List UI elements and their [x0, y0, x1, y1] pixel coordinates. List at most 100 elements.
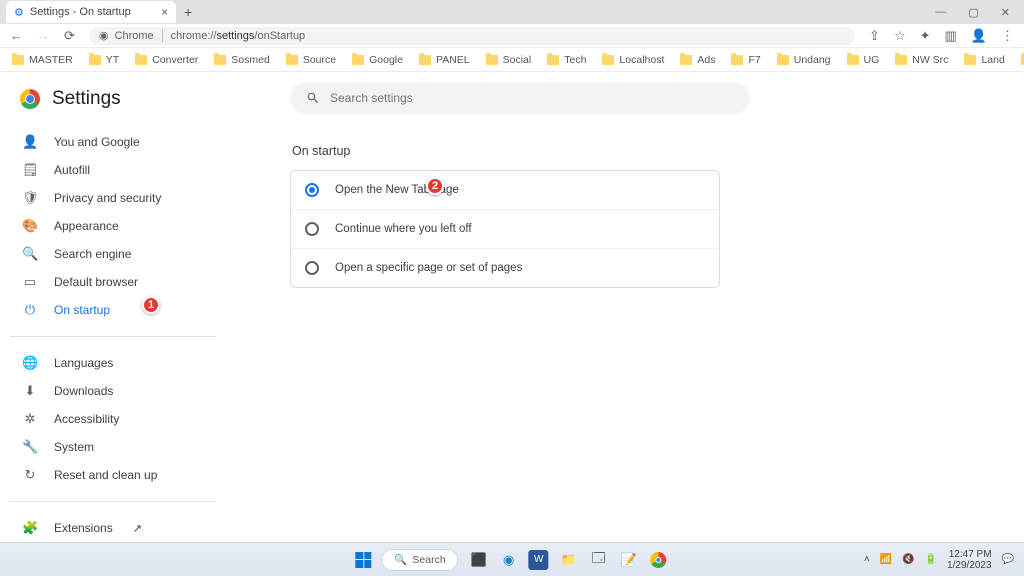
sidebar-item-search-engine[interactable]: 🔍Search engine [0, 240, 230, 268]
battery-icon[interactable]: 🔋 [925, 554, 937, 565]
settings-heading: Settings [52, 88, 121, 110]
radio-icon [305, 222, 319, 236]
browser-toolbar: ← → ⟳ ◉Chrome chrome://settings/onStartu… [0, 24, 1024, 48]
profile-icon[interactable]: 👤 [971, 28, 987, 44]
bookmark-folder[interactable]: Social [486, 54, 532, 66]
bookmark-folder[interactable]: MASTER [12, 54, 73, 66]
bookmark-folder[interactable]: Sosmed [214, 54, 270, 66]
minimize-icon[interactable]: — [935, 6, 946, 19]
explorer-icon[interactable]: 📁 [559, 550, 579, 570]
autofill-icon: 🗒 [22, 162, 38, 178]
close-window-icon[interactable]: ✕ [1001, 6, 1010, 19]
sidebar-item-on-startup[interactable]: ⏻On startup1 [0, 296, 230, 324]
extensions-icon[interactable]: ✦ [920, 28, 931, 44]
browser-tab[interactable]: ⚙ Settings - On startup × [6, 1, 176, 23]
search-settings-input[interactable] [330, 91, 734, 105]
external-link-icon: ↗ [133, 522, 142, 535]
folder-icon [12, 55, 24, 65]
settings-sidebar: Settings 👤You and Google🗒Autofill🛡Privac… [0, 72, 230, 542]
bookmark-folder[interactable]: Localhost [602, 54, 664, 66]
bookmark-folder[interactable]: Land [964, 54, 1004, 66]
reset-icon: ↻ [22, 467, 38, 483]
bookmark-folder[interactable]: Undang [777, 54, 831, 66]
new-tab-button[interactable]: + [184, 4, 192, 20]
share-icon[interactable]: ⇪ [869, 28, 880, 44]
shield-icon: 🛡 [22, 190, 38, 206]
section-heading: On startup [292, 144, 984, 158]
sidebar-item-privacy-and-security[interactable]: 🛡Privacy and security [0, 184, 230, 212]
folder-icon [895, 55, 907, 65]
folder-icon [964, 55, 976, 65]
sidebar-item-you-and-google[interactable]: 👤You and Google [0, 128, 230, 156]
globe-icon: 🌐 [22, 355, 38, 371]
folder-icon [286, 55, 298, 65]
sidebar-item-reset-and-clean-up[interactable]: ↻Reset and clean up [0, 461, 230, 489]
bookmark-folder[interactable]: UG [847, 54, 880, 66]
close-tab-icon[interactable]: × [161, 5, 168, 19]
sidepanel-icon[interactable]: ▥ [945, 28, 957, 44]
folder-icon [135, 55, 147, 65]
bookmarks-bar: MASTER YT Converter Sosmed Source Google PANEL… [0, 48, 1024, 72]
radio-icon [305, 261, 319, 275]
extension-icon: 🧩 [22, 520, 38, 536]
edge-icon[interactable]: ◉ [499, 550, 519, 570]
sidebar-item-system[interactable]: 🔧System [0, 433, 230, 461]
folder-icon [777, 55, 789, 65]
taskview-icon[interactable]: ⬛ [469, 550, 489, 570]
startup-radio-0[interactable]: Open the New Tab page2 [291, 171, 719, 210]
folder-icon [680, 55, 692, 65]
sidebar-item-languages[interactable]: 🌐Languages [0, 349, 230, 377]
sidebar-item-downloads[interactable]: ⬇Downloads [0, 377, 230, 405]
bookmark-folder[interactable]: YT [89, 54, 119, 66]
folder-icon [602, 55, 614, 65]
palette-icon: 🎨 [22, 218, 38, 234]
folder-icon [847, 55, 859, 65]
download-icon: ⬇ [22, 383, 38, 399]
bookmark-folder[interactable]: Tech [547, 54, 586, 66]
notifications-icon[interactable]: 💬 [1002, 554, 1014, 565]
window-controls: — ▢ ✕ [935, 6, 1024, 19]
url-text: chrome://settings/onStartup [171, 30, 306, 42]
settings-main: On startup Open the New Tab page2Continu… [230, 72, 1024, 542]
app-icon[interactable]: 🗔 [589, 550, 609, 570]
volume-icon[interactable]: 🔇 [902, 554, 914, 565]
bookmark-folder[interactable]: Google [352, 54, 403, 66]
sidebar-item-autofill[interactable]: 🗒Autofill [0, 156, 230, 184]
forward-icon[interactable]: → [37, 28, 50, 43]
bookmark-folder[interactable]: F7 [731, 54, 760, 66]
wrench-icon: 🔧 [22, 439, 38, 455]
bookmark-folder[interactable]: Converter [135, 54, 198, 66]
bookmark-folder[interactable]: Ads [680, 54, 715, 66]
wifi-icon[interactable]: 📶 [880, 554, 892, 565]
startup-radio-1[interactable]: Continue where you left off [291, 210, 719, 249]
sidebar-item-extensions[interactable]: 🧩Extensions↗ [0, 514, 230, 542]
sidebar-item-default-browser[interactable]: ▭Default browser [0, 268, 230, 296]
chrome-logo-icon [20, 89, 40, 109]
chrome-taskbar-icon[interactable] [649, 550, 669, 570]
taskbar-search[interactable]: 🔍 Search [381, 549, 458, 571]
search-settings-box[interactable] [290, 82, 750, 114]
startup-radio-2[interactable]: Open a specific page or set of pages [291, 249, 719, 287]
folder-icon [352, 55, 364, 65]
menu-icon[interactable]: ⋮ [1001, 28, 1014, 44]
sidebar-item-accessibility[interactable]: ✲Accessibility [0, 405, 230, 433]
tray-chevron-icon[interactable]: ˄ [864, 554, 870, 565]
annotation-badge-1: 1 [142, 296, 160, 314]
maximize-icon[interactable]: ▢ [968, 6, 978, 19]
back-icon[interactable]: ← [10, 28, 23, 43]
folder-icon [89, 55, 101, 65]
bookmark-folder[interactable]: PANEL [419, 54, 470, 66]
bookmark-star-icon[interactable]: ☆ [894, 28, 906, 44]
bookmark-folder[interactable]: NW Src [895, 54, 948, 66]
word-icon[interactable]: W [529, 550, 549, 570]
start-button[interactable] [355, 552, 371, 568]
person-icon: 👤 [22, 134, 38, 150]
clock[interactable]: 12:47 PM 1/29/2023 [947, 549, 992, 571]
bookmark-folder[interactable]: Source [286, 54, 336, 66]
notes-icon[interactable]: 📝 [619, 550, 639, 570]
folder-icon [486, 55, 498, 65]
address-bar[interactable]: ◉Chrome chrome://settings/onStartup [89, 27, 855, 45]
sidebar-item-appearance[interactable]: 🎨Appearance [0, 212, 230, 240]
site-info-icon: ◉ [99, 29, 109, 42]
reload-icon[interactable]: ⟳ [64, 28, 75, 44]
